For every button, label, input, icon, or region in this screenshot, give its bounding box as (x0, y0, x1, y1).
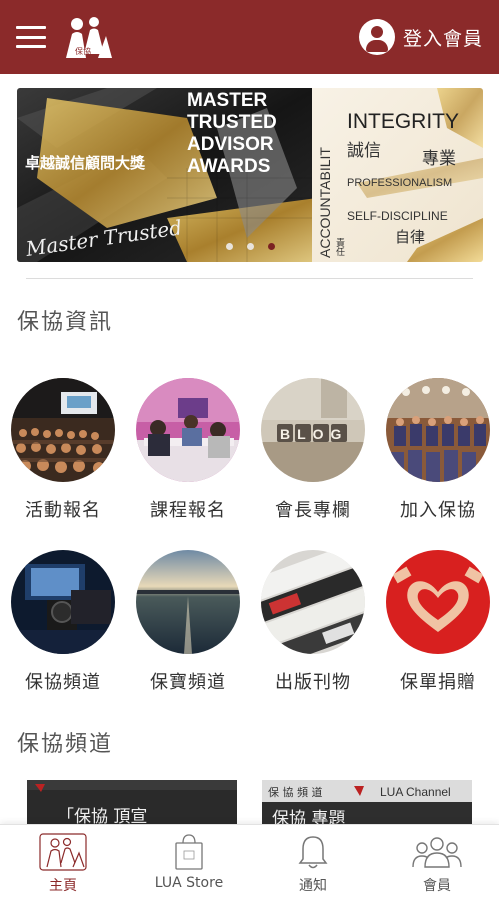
banner-self-discipline: SELF-DISCIPLINE (347, 209, 448, 223)
banner-headline-1: MASTER (187, 90, 268, 111)
grid-label: 保協頻道 (25, 672, 101, 693)
grid-label: 保寶頻道 (150, 672, 226, 693)
channel-card-2-brand: LUA Channel (380, 785, 451, 799)
section-title-channel: 保協頻道 (17, 732, 114, 757)
nav-label: 通知 (299, 878, 327, 894)
banner-headline-3: ADVISOR (187, 134, 274, 155)
channel-photo-icon (11, 550, 115, 654)
grid-label: 課程報名 (150, 500, 226, 521)
grid-item-event-registration[interactable]: 活動報名 (11, 378, 115, 522)
banner-integrity-cn: 誠信 (347, 141, 381, 161)
blog-photo-text: BLOG (280, 426, 348, 442)
awards-banner[interactable]: 卓越誠信顧問大獎 MASTER TRUSTED ADVISOR AWARDS M… (17, 88, 483, 262)
banner-integrity: INTEGRITY (347, 110, 459, 133)
nav-members[interactable]: 會員 (382, 833, 492, 895)
channel-card-2[interactable]: 保 協 頻 道 LUA Channel 保協 專題 (262, 780, 472, 828)
newspaper-photo-icon (261, 550, 365, 654)
nav-home[interactable]: 主頁 (8, 833, 118, 895)
event-photo-icon (11, 378, 115, 482)
grid-label: 保單捐贈 (400, 672, 476, 693)
nav-notifications[interactable]: 通知 (258, 833, 368, 895)
banner-left-caption: 卓越誠信顧問大獎 (25, 154, 146, 172)
section-title-info: 保協資訊 (17, 310, 114, 335)
lua-logo[interactable]: 保協 (62, 14, 114, 60)
grid-label: 加入保協 (400, 500, 476, 521)
grid-item-policy-donation[interactable]: 保單捐贈 (386, 550, 490, 694)
nav-lua-store[interactable]: LUA Store (134, 833, 244, 891)
grid-label: 出版刊物 (275, 672, 351, 693)
heart-hands-photo-icon (386, 550, 490, 654)
menu-icon[interactable] (16, 26, 46, 48)
channel-card-1[interactable]: 「保協 頂宣 (27, 780, 237, 828)
bottom-navigation: 主頁 LUA Store 通知 會員 (0, 824, 499, 900)
banner-vertical-cn: 責任 (334, 237, 345, 257)
login-button[interactable]: 登入會員 (358, 18, 483, 56)
course-photo-icon (136, 378, 240, 482)
banner-self-discipline-cn: 自律 (395, 228, 425, 246)
banner-headline-4: AWARDS (187, 156, 270, 177)
banner-headline-2: TRUSTED (187, 112, 277, 133)
user-avatar-icon (358, 19, 395, 55)
blog-photo-icon: BLOG (261, 378, 365, 482)
channel-card-2-header: 保 協 頻 道 (268, 785, 323, 799)
sunset-photo-icon (136, 550, 240, 654)
grid-label: 活動報名 (25, 500, 101, 521)
home-logo-icon (8, 833, 118, 871)
grid-label: 會長專欄 (275, 500, 351, 521)
banner-pagination (226, 243, 275, 250)
banner-dot-1[interactable] (226, 243, 233, 250)
banner-professional-cn: 專業 (422, 149, 456, 169)
logo-text: 保協 (75, 46, 91, 56)
members-icon (382, 833, 492, 871)
grid-item-publications[interactable]: 出版刊物 (261, 550, 365, 694)
banner-vertical-word: ACCOUNTABILIT (317, 147, 333, 258)
nav-label: 會員 (423, 878, 451, 894)
grid-item-baobao-channel[interactable]: 保寶頻道 (136, 550, 240, 694)
banner-dot-3[interactable] (268, 243, 275, 250)
join-photo-icon (386, 378, 490, 482)
grid-item-president-column[interactable]: BLOG 會長專欄 (261, 378, 365, 522)
top-app-bar: 保協 登入會員 (0, 0, 499, 74)
grid-item-join-lua[interactable]: 加入保協 (386, 378, 490, 522)
banner-dot-2[interactable] (247, 243, 254, 250)
grid-item-course-registration[interactable]: 課程報名 (136, 378, 240, 522)
banner-professionalism: PROFESSIONALISM (347, 177, 452, 189)
divider (26, 278, 473, 279)
login-label: 登入會員 (402, 27, 483, 50)
grid-item-lua-channel[interactable]: 保協頻道 (11, 550, 115, 694)
nav-label: 主頁 (49, 878, 77, 894)
shopping-bag-icon (134, 833, 244, 871)
bell-icon (258, 833, 368, 871)
nav-label: LUA Store (154, 875, 224, 891)
